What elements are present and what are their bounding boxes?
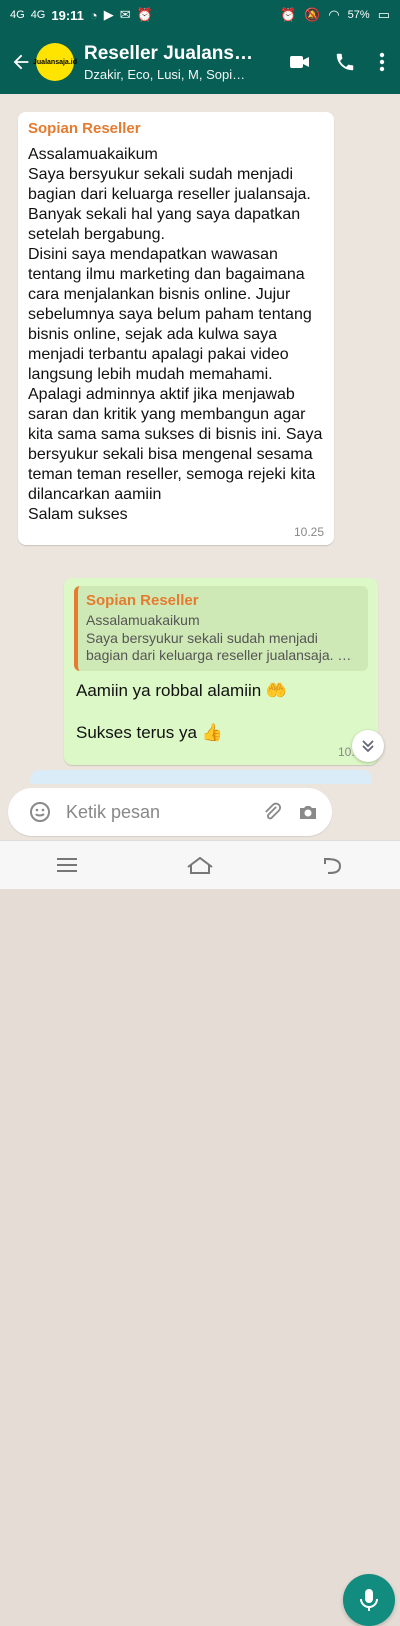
message-line-1: Aamiin ya robbal alamiin 🤲 [76, 680, 288, 700]
battery-icon: ▭ [377, 7, 390, 22]
message-input[interactable]: Ketik pesan [66, 802, 250, 823]
back-button[interactable] [6, 51, 36, 73]
double-chevron-down-icon [362, 740, 374, 753]
chat-area[interactable]: Sopian Reseller Assalamuakaikum Saya ber… [0, 94, 400, 784]
attach-button[interactable] [258, 798, 286, 826]
alarm-status-icon: ⏰ [136, 7, 153, 22]
system-navigation-bar [0, 840, 400, 889]
group-avatar[interactable]: Jualansaja.id [33, 43, 77, 81]
camera-button[interactable] [294, 798, 322, 826]
home-icon [187, 856, 213, 874]
scroll-to-bottom-button[interactable] [352, 730, 384, 762]
nav-menu-button[interactable] [45, 850, 89, 880]
more-options-button[interactable] [378, 51, 386, 73]
emoji-icon [30, 802, 50, 822]
back-nav-icon [324, 858, 342, 874]
video-call-icon [290, 56, 309, 68]
voice-call-button[interactable] [334, 51, 356, 73]
quoted-text: Assalamuakaikum Saya bersyukur sekali su… [86, 612, 352, 663]
avatar-logo-text: Jualansaja.id [33, 58, 77, 66]
incoming-message[interactable]: Sopian Reseller Assalamuakaikum Saya ber… [18, 112, 334, 545]
outgoing-message[interactable]: Sopian Reseller Assalamuakaikum Saya ber… [64, 578, 378, 765]
paperclip-icon [265, 802, 281, 820]
chat-title: Reseller Jualans… [84, 42, 253, 64]
message-sender: Sopian Reseller [28, 120, 141, 137]
alarm-off-icon: ⏰ [279, 7, 297, 22]
camera-icon [300, 806, 316, 819]
chat-title-area[interactable]: Reseller Jualans… Dzakir, Eco, Lusi, M, … [84, 43, 280, 82]
mute-icon: 🔕 [304, 7, 321, 22]
phone-icon [336, 53, 354, 71]
chat-header: Jualansaja.id Reseller Jualans… Dzakir, … [0, 30, 400, 94]
back-arrow-icon [13, 54, 29, 70]
message-input-pill[interactable]: Ketik pesan [8, 788, 332, 836]
network-indicator-2: 4G [30, 9, 46, 21]
message-line-2: Sukses terus ya 👍 [76, 722, 223, 742]
next-message-preview [30, 770, 372, 784]
mail-status-icon: ✉ [119, 7, 131, 22]
chat-subtitle: Dzakir, Eco, Lusi, M, Sopi… [84, 66, 246, 82]
microphone-icon [360, 1589, 378, 1611]
message-text: Assalamuakaikum Saya bersyukur sekali su… [28, 146, 323, 523]
status-bar: 4G 4G 19:11 ◔ ▶ ✉ ⏰ ⏰ 🔕 ◠ 57% ▭ [0, 0, 400, 30]
status-time: 19:11 [51, 7, 84, 23]
video-call-button[interactable] [288, 50, 312, 74]
whatsapp-status-icon: ◔ [89, 7, 98, 23]
emoji-button[interactable] [26, 798, 54, 826]
youtube-status-icon: ▶ [103, 7, 114, 22]
voice-message-button[interactable] [343, 1574, 395, 1626]
battery-percent: 57% [347, 9, 370, 21]
quoted-sender: Sopian Reseller [86, 592, 199, 609]
network-indicator-1: 4G [10, 9, 25, 21]
more-vert-icon [379, 52, 385, 72]
nav-back-button[interactable] [311, 850, 355, 880]
wifi-icon: ◠ [328, 7, 340, 22]
message-time: 10.25 [293, 525, 324, 539]
quoted-reply[interactable]: Sopian Reseller Assalamuakaikum Saya ber… [74, 586, 368, 671]
message-composer: Ketik pesan [0, 784, 400, 1626]
nav-home-button[interactable] [178, 850, 222, 880]
hamburger-icon [56, 858, 77, 872]
